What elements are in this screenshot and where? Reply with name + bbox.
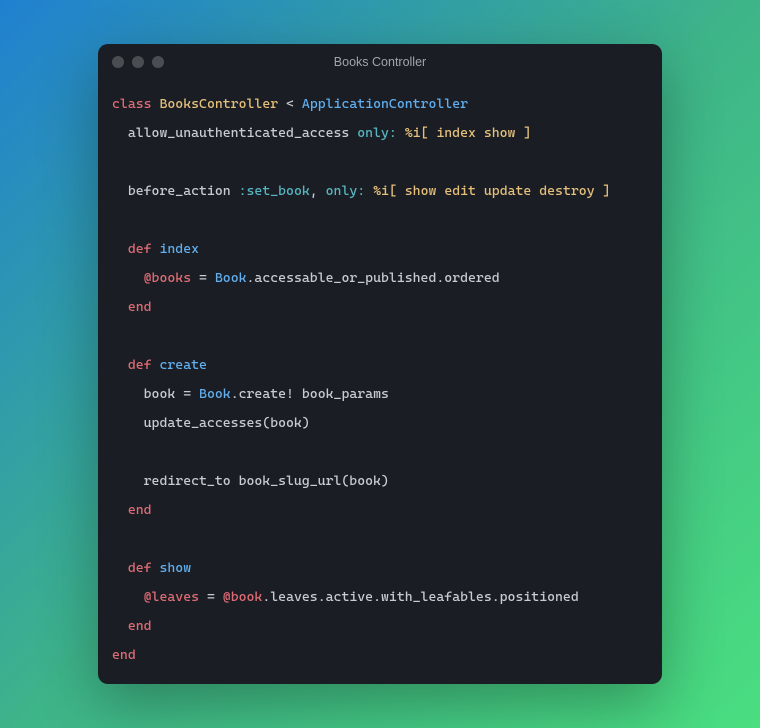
const-book-1: Book — [215, 270, 247, 286]
keyword-def: def — [128, 560, 152, 576]
before-action-call: before_action — [128, 183, 231, 199]
symbol-array-1: %i[ index show ] — [405, 125, 532, 141]
assign-op: = — [199, 270, 207, 286]
comma: , — [310, 183, 318, 199]
keyword-def: def — [128, 241, 152, 257]
set-book-symbol: :set_book — [239, 183, 310, 199]
allow-unauth-call: allow_unauthenticated_access — [128, 125, 349, 141]
method-index: index — [159, 241, 199, 257]
keyword-end: end — [128, 502, 152, 518]
editor-window: Books Controller class BooksController <… — [98, 44, 662, 684]
minimize-icon[interactable] — [132, 56, 144, 68]
class-name: BooksController — [159, 96, 278, 112]
lvar-book: book — [144, 386, 176, 402]
keyword-end: end — [128, 618, 152, 634]
update-accesses-call: update_accesses(book) — [144, 415, 310, 431]
window-title: Books Controller — [98, 55, 662, 69]
assign-op: = — [207, 589, 215, 605]
keyword-def: def — [128, 357, 152, 373]
redirect-call: redirect_to book_slug_url(book) — [144, 473, 389, 489]
keyword-class: class — [112, 96, 152, 112]
inherit-op: < — [286, 96, 294, 112]
parent-class: ApplicationController — [302, 96, 468, 112]
titlebar: Books Controller — [98, 44, 662, 80]
close-icon[interactable] — [112, 56, 124, 68]
maximize-icon[interactable] — [152, 56, 164, 68]
only-key-2: only: — [326, 183, 366, 199]
ivar-leaves: @leaves — [144, 589, 199, 605]
const-book-2: Book — [199, 386, 231, 402]
symbol-array-2: %i[ show edit update destroy ] — [373, 183, 610, 199]
show-chain: .leaves.active.with_leafables.positioned — [262, 589, 578, 605]
keyword-end: end — [128, 299, 152, 315]
assign-op: = — [183, 386, 191, 402]
ivar-book: @book — [223, 589, 263, 605]
only-key: only: — [357, 125, 397, 141]
book-params: book_params — [302, 386, 389, 402]
window-controls — [112, 56, 164, 68]
ivar-books: @books — [144, 270, 191, 286]
create-bang: .create! — [231, 386, 294, 402]
code-editor[interactable]: class BooksController < ApplicationContr… — [98, 80, 662, 684]
keyword-end: end — [112, 647, 136, 663]
method-create: create — [159, 357, 206, 373]
method-show: show — [159, 560, 191, 576]
index-chain: .accessable_or_published.ordered — [247, 270, 500, 286]
